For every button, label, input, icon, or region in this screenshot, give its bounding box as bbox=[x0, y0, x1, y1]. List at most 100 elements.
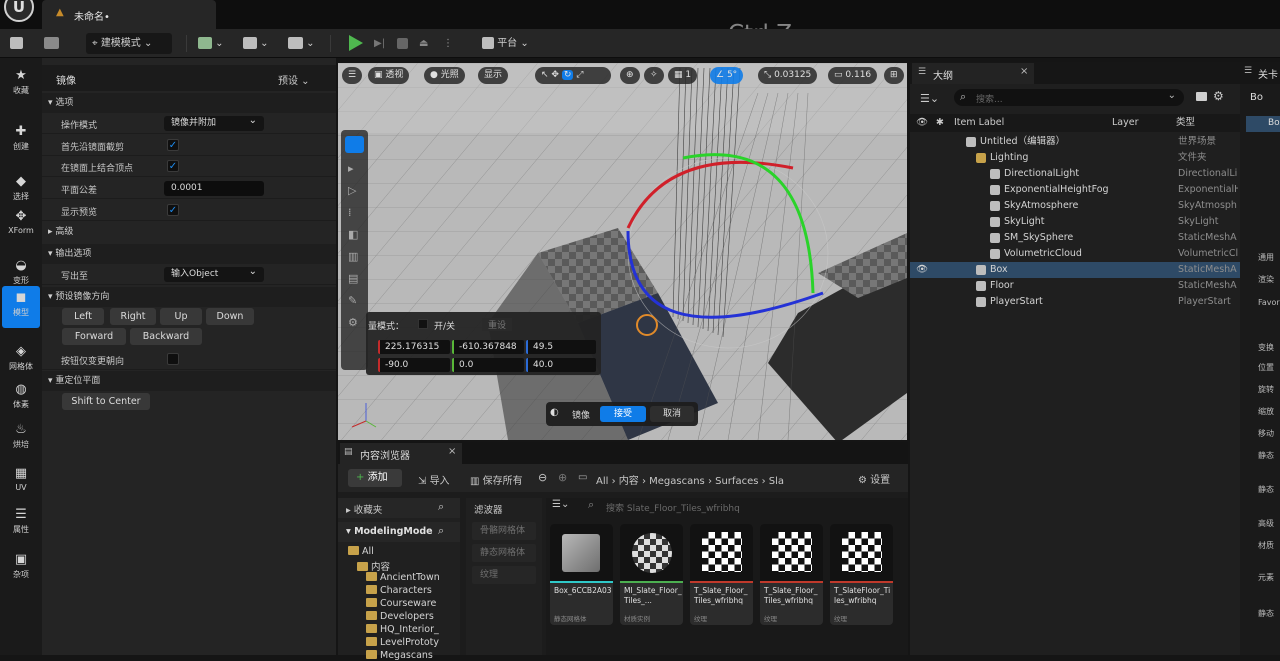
platform-button[interactable]: 平台 ⌄ bbox=[482, 33, 529, 54]
change-only-checkbox[interactable] bbox=[167, 353, 179, 365]
breadcrumb-item[interactable]: All bbox=[596, 476, 608, 487]
details-label[interactable]: 位置 bbox=[1258, 362, 1274, 373]
breadcrumb-item[interactable]: Megascans bbox=[649, 476, 705, 487]
location-x-input[interactable]: 225.176315 bbox=[378, 340, 450, 354]
details-label[interactable]: Favor bbox=[1258, 298, 1280, 307]
asset-tile[interactable]: T_Slate_Floor_Tiles_wfribhq 纹理 bbox=[760, 524, 823, 625]
outliner-tab[interactable]: ☰ 大纲 × bbox=[912, 63, 1034, 84]
coordinate-space-icon[interactable]: ⊕ bbox=[620, 67, 640, 84]
outliner-row[interactable]: ExponentialHeightFog ExponentialH bbox=[910, 182, 1240, 198]
brush-tool-icon[interactable]: ✎ bbox=[348, 294, 357, 307]
stop-icon[interactable] bbox=[397, 33, 408, 54]
search-icon[interactable]: ⌕ bbox=[438, 500, 444, 514]
outliner-row[interactable]: DirectionalLight DirectionalLi bbox=[910, 166, 1240, 182]
add-folder-icon[interactable] bbox=[1196, 92, 1207, 101]
write-to-dropdown[interactable]: 输入Object bbox=[164, 264, 264, 282]
weld-checkbox[interactable]: ✓ bbox=[167, 160, 179, 172]
details-label[interactable]: 通用 bbox=[1258, 252, 1274, 263]
details-label[interactable]: 移动 bbox=[1258, 428, 1274, 439]
filter-texture[interactable]: 纹理 bbox=[472, 566, 536, 584]
close-icon[interactable]: × bbox=[448, 446, 456, 457]
mode-mesh[interactable]: ◈ 网格体 bbox=[2, 340, 40, 382]
details-label[interactable]: 渲染 bbox=[1258, 274, 1274, 285]
triangle-tool-icon[interactable]: ▷ bbox=[348, 184, 356, 197]
maximize-viewport-icon[interactable]: ⊞ bbox=[884, 67, 904, 84]
perspective-button[interactable]: ▣ 透视 bbox=[368, 67, 410, 84]
eject-icon[interactable]: ⏏ bbox=[419, 33, 428, 54]
breadcrumb-item[interactable]: Sla bbox=[769, 476, 784, 487]
content-icon[interactable] bbox=[44, 33, 59, 54]
angle-snap-button[interactable]: ∠ 5° bbox=[710, 67, 744, 84]
details-label[interactable]: 缩放 bbox=[1258, 406, 1274, 417]
select-mode-icon[interactable] bbox=[345, 136, 364, 153]
outliner-row[interactable]: Lighting 文件夹 bbox=[910, 150, 1240, 166]
mode-selector[interactable]: ⌖ 建模模式 ⌄ bbox=[86, 33, 172, 54]
mode-misc[interactable]: ▣ 杂项 bbox=[2, 548, 40, 590]
asset-search-input[interactable]: 搜索 Slate_Floor_Tiles_wfribhq bbox=[606, 501, 740, 514]
mode-voxel[interactable]: ◍ 体素 bbox=[2, 378, 40, 420]
add-button[interactable]: + 添加 bbox=[348, 469, 402, 487]
details-label[interactable]: 材质 bbox=[1258, 540, 1274, 551]
details-label[interactable]: 静态 bbox=[1258, 608, 1274, 619]
right-button[interactable]: Right bbox=[110, 308, 156, 325]
mode-bake[interactable]: ♨ 烘培 bbox=[2, 418, 40, 460]
close-icon[interactable]: × bbox=[1020, 66, 1028, 77]
cancel-button[interactable]: 取消 bbox=[650, 406, 694, 422]
outliner-search-input[interactable]: ⌕ 搜索... ⌄ bbox=[954, 89, 1184, 106]
face-tool-icon[interactable]: ▤ bbox=[348, 272, 358, 285]
up-button[interactable]: Up bbox=[160, 308, 202, 325]
accept-button[interactable]: 接受 bbox=[600, 406, 646, 422]
lit-button[interactable]: ● 光照 bbox=[424, 67, 465, 84]
left-button[interactable]: Left bbox=[62, 308, 104, 325]
asset-tile[interactable]: Box_6CCB2A03 静态网格体 bbox=[550, 524, 613, 625]
outliner-row[interactable]: 👁 Box StaticMeshA bbox=[910, 262, 1240, 278]
play-options-icon[interactable]: ⋮ bbox=[443, 33, 453, 54]
forward-icon[interactable]: ⊕ bbox=[558, 471, 567, 484]
level-viewport[interactable]: ☰ ▣ 透视 ● 光照 显示 ↖ ✥ ↻ ⤢ ⊕ ✧ ▦ 1 ∠ 5° ⤡ 0.… bbox=[338, 63, 907, 440]
details-label[interactable]: 高级 bbox=[1258, 518, 1274, 529]
breadcrumb-item[interactable]: Surfaces bbox=[715, 476, 758, 487]
asset-tile[interactable]: T_Slate_Floor_Tiles_wfribhq 纹理 bbox=[690, 524, 753, 625]
rotation-y-input[interactable]: 0.0 bbox=[452, 358, 524, 372]
surface-snap-icon[interactable]: ✧ bbox=[644, 67, 664, 84]
favorites-header[interactable]: ▸ 收藏夹 ⌕ bbox=[338, 498, 460, 518]
save-all-button[interactable]: ▥ 保存所有 bbox=[470, 472, 523, 487]
toggle-checkbox[interactable] bbox=[418, 319, 428, 329]
back-icon[interactable]: ⊖ bbox=[538, 471, 547, 484]
crop-first-checkbox[interactable]: ✓ bbox=[167, 139, 179, 151]
tree-folder[interactable]: Developers bbox=[366, 611, 434, 622]
filter-static-mesh[interactable]: 静态网格体 bbox=[472, 544, 536, 562]
outliner-row[interactable]: SkyLight SkyLight bbox=[910, 214, 1240, 230]
grid-snap-button[interactable]: ▦ 1 bbox=[668, 67, 698, 84]
location-y-input[interactable]: -610.367848 bbox=[452, 340, 524, 354]
component-row[interactable]: Box bbox=[1246, 116, 1280, 132]
scale-snap-button[interactable]: ⤡ 0.03125 bbox=[758, 67, 818, 84]
mode-xform[interactable]: ✥ XForm bbox=[2, 205, 40, 247]
content-browser-tab[interactable]: ▤ 内容浏览器 × bbox=[340, 443, 462, 464]
import-button[interactable]: ⇲ 导入 bbox=[418, 472, 450, 487]
shift-to-center-button[interactable]: Shift to Center bbox=[62, 393, 150, 410]
tree-folder[interactable]: All bbox=[348, 546, 374, 557]
filter-skeletal-mesh[interactable]: 骨骼网格体 bbox=[472, 522, 536, 540]
project-header[interactable]: ▾ ModelingMode ⌕ bbox=[338, 522, 460, 542]
add-actor-button[interactable]: ⌄ bbox=[198, 33, 224, 54]
details-label[interactable]: 变换 bbox=[1258, 342, 1274, 353]
details-label[interactable]: 旋转 bbox=[1258, 384, 1274, 395]
tree-folder[interactable]: Megascans bbox=[366, 650, 433, 661]
save-icon[interactable] bbox=[10, 33, 23, 54]
edge-tool-icon[interactable]: ▥ bbox=[348, 250, 358, 263]
mode-model[interactable]: ◼ 模型 bbox=[2, 286, 40, 328]
mode-uv[interactable]: ▦ UV bbox=[2, 462, 40, 504]
cinematics-button[interactable]: ⌄ bbox=[288, 33, 315, 54]
mode-star[interactable]: ★ 收藏 bbox=[2, 64, 40, 106]
preview-checkbox[interactable]: ✓ bbox=[167, 204, 179, 216]
tree-folder[interactable]: Characters bbox=[366, 585, 432, 596]
filter-icon[interactable]: ☰⌄ bbox=[552, 499, 569, 510]
column-layer[interactable]: Layer bbox=[1112, 114, 1139, 132]
outliner-row[interactable]: Floor StaticMeshA bbox=[910, 278, 1240, 294]
tree-folder[interactable]: LevelPrototy bbox=[366, 637, 439, 648]
step-icon[interactable]: ▶| bbox=[374, 33, 385, 54]
tree-folder[interactable]: Courseware bbox=[366, 598, 436, 609]
outliner-row[interactable]: Untitled（编辑器） 世界场景 bbox=[910, 134, 1240, 150]
section-output[interactable]: ▾ 输出选项 bbox=[42, 244, 336, 264]
